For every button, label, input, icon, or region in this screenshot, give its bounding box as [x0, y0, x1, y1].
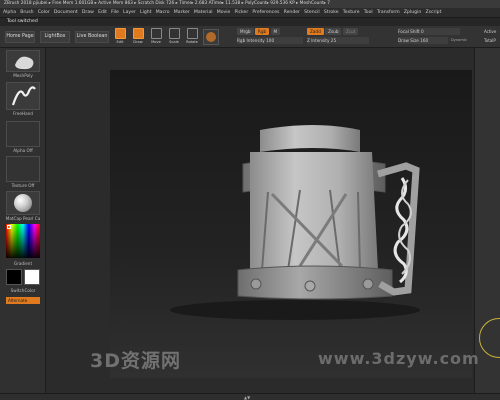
lightbox-button[interactable]: LightBox [40, 31, 70, 43]
menu-item-transform[interactable]: Transform [377, 10, 400, 15]
alpha-slot[interactable] [6, 121, 40, 147]
mrgb-row: Mrgb Rgb M [237, 28, 281, 35]
rgb-intensity-value: 100 [266, 38, 275, 43]
watermark-cn: 3D资源网 [90, 350, 181, 372]
focal-shift-label: Focal Shift [398, 29, 420, 34]
menu-item-file[interactable]: File [111, 10, 119, 15]
menu-item-color[interactable]: Color [38, 10, 50, 15]
menu-item-alpha[interactable]: Alpha [3, 10, 16, 15]
zadd-button[interactable]: Zadd [307, 28, 324, 35]
3d-viewport[interactable] [110, 70, 472, 378]
color-picker[interactable] [6, 224, 40, 258]
draw-size-value: 160 [420, 38, 429, 43]
rgb-intensity-label: Rgb Intensity [237, 38, 265, 43]
z-intensity-value: 25 [330, 38, 337, 43]
gradient-label: Gradient [13, 261, 33, 266]
menu-item-edit[interactable]: Edit [98, 10, 107, 15]
zadd-row: Zadd Zsub Zcut [307, 28, 359, 35]
alternate-button[interactable]: Alternate [6, 297, 40, 304]
picker-handle-icon[interactable] [7, 225, 11, 229]
live-boolean-button[interactable]: Live Boolean [75, 31, 109, 43]
rgb-button[interactable]: Rgb [254, 28, 270, 35]
move-button[interactable]: Move [149, 28, 163, 46]
draw-icon [132, 28, 144, 39]
notification-text: Tool switched [7, 19, 38, 24]
move-icon [150, 28, 162, 39]
zcut-button[interactable]: Zcut [342, 28, 359, 35]
watermark-url: www.3dzyw.com [318, 349, 480, 368]
bottom-shelf: ▲▼ [0, 393, 500, 400]
switch-color-label[interactable]: SwitchColor [0, 288, 46, 293]
texture-slot[interactable] [6, 156, 40, 182]
menu-item-light[interactable]: Light [140, 10, 151, 15]
menu-item-brush[interactable]: Brush [20, 10, 33, 15]
mrgb-button[interactable]: Mrgb [237, 28, 254, 35]
menu-item-texture[interactable]: Texture [343, 10, 360, 15]
draw-button[interactable]: Draw [131, 28, 145, 46]
menu-item-render[interactable]: Render [284, 10, 300, 15]
right-shelf [474, 48, 500, 400]
alpha-label: Alpha Off [13, 148, 33, 153]
menu-item-material[interactable]: Material [194, 10, 213, 15]
menu-item-zplugin[interactable]: Zplugin [404, 10, 421, 15]
menu-item-stencil[interactable]: Stencil [304, 10, 320, 15]
draw-size-slider[interactable]: Draw Size 160 [398, 37, 448, 44]
stroke-label: FreeHand [13, 111, 33, 116]
sphere-icon [206, 32, 216, 42]
matcap-sphere-icon [14, 194, 32, 212]
dynamic-button[interactable]: Dynamic [451, 37, 467, 44]
brush-label: MeshPoly [13, 73, 33, 78]
focal-shift-slider[interactable]: Focal Shift 0 [398, 28, 460, 35]
edit-button[interactable]: Edit [113, 28, 127, 46]
active-points-label: Active [484, 29, 497, 34]
brush-slot[interactable] [6, 50, 40, 72]
expand-arrows-icon[interactable]: ▲▼ [244, 395, 250, 400]
menu-item-draw[interactable]: Draw [82, 10, 94, 15]
z-intensity-slider[interactable]: Z Intensity 25 [307, 37, 369, 44]
notification: Tool switched [0, 18, 500, 26]
scale-icon [168, 28, 180, 39]
rotate-icon [186, 28, 198, 39]
edit-icon [114, 28, 126, 39]
menu-item-document[interactable]: Document [54, 10, 78, 15]
menu-bar: Alpha Brush Color Document Draw Edit File Layer… [0, 8, 500, 18]
menu-item-tool[interactable]: Tool [364, 10, 373, 15]
menu-item-movie[interactable]: Movie [217, 10, 231, 15]
rgb-intensity-slider[interactable]: Rgb Intensity 100 [237, 37, 303, 44]
stroke-slot[interactable] [6, 82, 40, 110]
meshpoly-brush-icon [15, 56, 34, 70]
z-intensity-label: Z Intensity [307, 38, 330, 43]
primary-color-swatch[interactable] [6, 269, 22, 285]
menu-item-preferences[interactable]: Preferences [252, 10, 279, 15]
material-slot[interactable] [6, 191, 40, 215]
focal-shift-value: 0 [421, 29, 424, 34]
menu-item-picker[interactable]: Picker [235, 10, 249, 15]
rotate-button[interactable]: Rotate [185, 28, 199, 46]
title-text: ZBrush 2018 pjiubei ▸ Free Mem 1.601GB ▸… [4, 1, 331, 6]
home-page-button[interactable]: Home Page [5, 31, 35, 43]
tankard-model [170, 125, 420, 320]
menu-item-marker[interactable]: Marker [174, 10, 190, 15]
left-shelf: MeshPoly FreeHand Alpha Off Texture Off … [0, 48, 46, 400]
m-button[interactable]: M [270, 28, 281, 35]
title-bar: ZBrush 2018 pjiubei ▸ Free Mem 1.601GB ▸… [0, 0, 500, 8]
menu-item-macro[interactable]: Macro [156, 10, 170, 15]
freehand-stroke-icon [11, 86, 36, 106]
color-sphere-button[interactable] [203, 29, 219, 45]
menu-item-stroke[interactable]: Stroke [324, 10, 339, 15]
texture-label: Texture Off [11, 183, 35, 188]
scale-button[interactable]: Scale [167, 28, 181, 46]
menu-item-layer[interactable]: Layer [123, 10, 136, 15]
secondary-color-swatch[interactable] [24, 269, 40, 285]
zsub-button[interactable]: Zsub [325, 28, 342, 35]
top-toolbar: Home Page LightBox Live Boolean Edit Dra… [0, 26, 500, 48]
material-label: MatCap Pearl Ca [5, 216, 41, 221]
menu-item-zscript[interactable]: Zscript [425, 10, 441, 15]
navigation-gizmo-icon[interactable] [479, 318, 500, 358]
total-points-label: TotalP [484, 38, 496, 43]
draw-size-label: Draw Size [398, 38, 419, 43]
